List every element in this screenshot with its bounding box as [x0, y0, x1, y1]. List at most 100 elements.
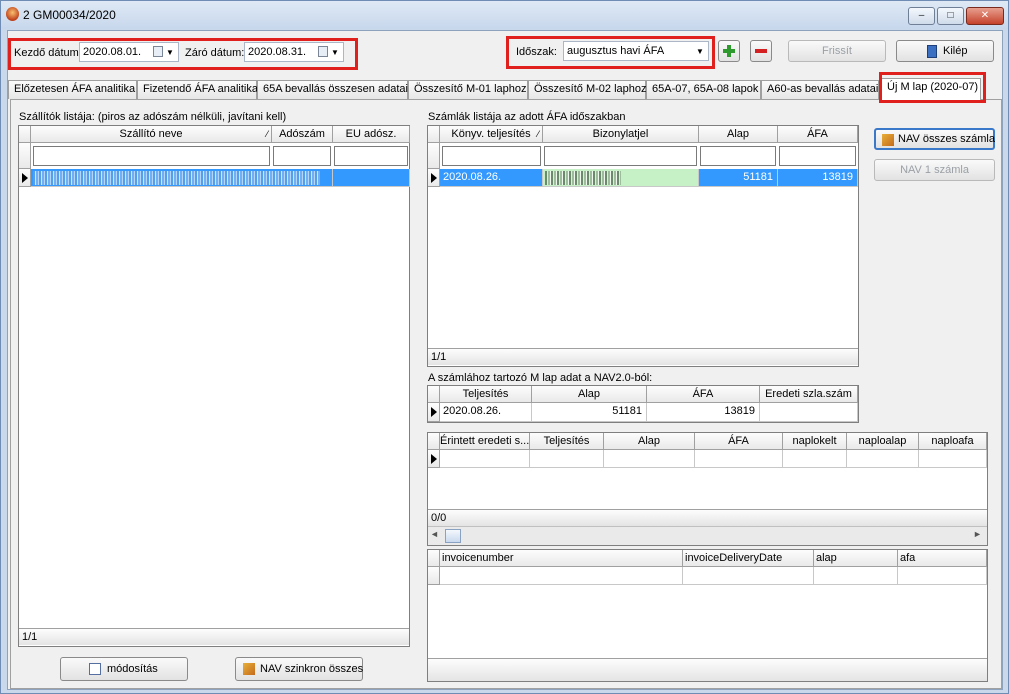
col-header-afa[interactable]: afa — [898, 550, 987, 567]
cell-vat[interactable]: 13819 — [778, 169, 858, 187]
col-header-affected-original[interactable]: Érintett eredeti s... — [440, 433, 530, 450]
col-header-vat[interactable]: ÁFA — [695, 433, 783, 450]
refresh-button[interactable]: Frissít — [788, 40, 886, 62]
cell-document-id[interactable] — [543, 169, 699, 187]
col-header-original-invoice[interactable]: Eredeti szla.szám — [760, 386, 858, 403]
chevron-down-icon[interactable]: ▼ — [696, 43, 704, 61]
col-header-base[interactable]: Alap — [699, 126, 778, 143]
col-header-invoicenumber[interactable]: invoicenumber — [440, 550, 683, 567]
col-header-tax-number[interactable]: Adószám — [272, 126, 333, 143]
table-cell[interactable] — [440, 567, 683, 585]
cell-booking-date[interactable]: 2020.08.26. — [440, 169, 543, 187]
table-cell[interactable] — [847, 450, 919, 468]
col-header-naploalap[interactable]: naploalap — [847, 433, 919, 450]
filter-supplier-name[interactable] — [33, 146, 270, 166]
cell-original-invoice[interactable] — [760, 403, 858, 422]
tab-bar: Előzetesen ÁFA analitika Fizetendő ÁFA a… — [8, 78, 1004, 100]
cell-base[interactable]: 51181 — [699, 169, 778, 187]
table-row[interactable] — [31, 169, 333, 187]
filter-document-id[interactable] — [544, 146, 697, 166]
cell-vat[interactable]: 13819 — [647, 403, 760, 422]
grid-settings-icon[interactable] — [19, 126, 31, 143]
end-date-value: 2020.08.31. — [248, 46, 307, 58]
chevron-down-icon[interactable]: ▼ — [331, 44, 339, 62]
scrollbar-thumb[interactable] — [445, 529, 461, 543]
table-cell[interactable] — [814, 567, 898, 585]
tab-65a-osszesen[interactable]: 65A bevallás összesen adatai — [257, 80, 408, 99]
cell-base[interactable]: 51181 — [532, 403, 647, 422]
tab-elozetes-afa[interactable]: Előzetesen ÁFA analitika — [8, 80, 137, 99]
tab-m01[interactable]: Összesítő M-01 laphoz — [408, 80, 528, 99]
filter-booking-date[interactable] — [442, 146, 541, 166]
add-period-button[interactable] — [718, 40, 740, 62]
row-indicator — [19, 169, 31, 187]
invoices-record-count: 1/1 — [428, 348, 858, 365]
filter-eu-tax[interactable] — [334, 146, 408, 166]
col-header-base[interactable]: Alap — [532, 386, 647, 403]
grid-settings-icon[interactable] — [428, 433, 440, 450]
remove-period-button[interactable] — [750, 40, 772, 62]
maximize-button[interactable]: □ — [937, 7, 964, 25]
table-cell[interactable] — [898, 567, 987, 585]
filter-icon — [19, 143, 31, 169]
invoices-caption: Számlák listája az adott ÁFA időszakban — [428, 111, 626, 123]
tab-65a-lapok[interactable]: 65A-07, 65A-08 lapok — [646, 80, 761, 99]
chevron-down-icon[interactable]: ▼ — [166, 44, 174, 62]
close-button[interactable]: ✕ — [966, 7, 1004, 25]
table-cell[interactable] — [440, 450, 530, 468]
grid-settings-icon[interactable] — [428, 550, 440, 567]
table-cell[interactable] — [530, 450, 604, 468]
nav-one-invoice-button[interactable]: NAV 1 számla — [874, 159, 995, 181]
col-header-naploafa[interactable]: naploafa — [919, 433, 987, 450]
wand-icon — [243, 663, 255, 675]
col-header-alap[interactable]: alap — [814, 550, 898, 567]
col-header-delivery-date[interactable]: invoiceDeliveryDate — [683, 550, 814, 567]
calendar-icon[interactable] — [153, 46, 163, 57]
col-header-fulfilment[interactable]: Teljesítés — [440, 386, 532, 403]
scroll-right-icon[interactable]: ► — [973, 529, 982, 539]
col-header-base[interactable]: Alap — [604, 433, 695, 450]
app-icon — [6, 7, 19, 21]
client-area: Kezdő dátum: 2020.08.01. ▼ Záró dátum: 2… — [7, 30, 1003, 690]
horizontal-scrollbar[interactable]: ◄ ► — [428, 526, 987, 545]
active-tab-highlight — [879, 72, 986, 103]
exit-button[interactable]: Kilép — [896, 40, 994, 62]
table-cell[interactable] — [683, 567, 814, 585]
start-date-value: 2020.08.01. — [83, 46, 142, 58]
table-cell[interactable] — [783, 450, 847, 468]
nav-sync-all-button[interactable]: NAV szinkron összes — [235, 657, 363, 681]
tab-fizetendo-afa[interactable]: Fizetendő ÁFA analitika — [137, 80, 258, 99]
col-header-vat[interactable]: ÁFA — [647, 386, 760, 403]
col-header-booking-date[interactable]: Könyv. teljesítés ⁄ — [440, 126, 543, 143]
table-cell[interactable] — [695, 450, 783, 468]
table-cell[interactable] — [333, 169, 410, 187]
minimize-button[interactable]: – — [908, 7, 935, 25]
tab-m02[interactable]: Összesítő M-02 laphoz — [528, 80, 647, 99]
filter-tax-number[interactable] — [273, 146, 331, 166]
filter-base[interactable] — [700, 146, 776, 166]
col-header-eu-tax[interactable]: EU adósz. — [333, 126, 410, 143]
col-header-document-id[interactable]: Bizonylatjel — [543, 126, 699, 143]
end-date-label: Záró dátum: — [185, 47, 245, 59]
modify-button[interactable]: módosítás — [60, 657, 188, 681]
redacted-text — [33, 171, 320, 185]
table-cell[interactable] — [919, 450, 987, 468]
tab-a60[interactable]: A60-as bevallás adatai — [761, 80, 879, 99]
plus-icon-vertical — [727, 45, 731, 57]
filter-vat[interactable] — [779, 146, 856, 166]
col-header-naplokelt[interactable]: naplokelt — [783, 433, 847, 450]
grid-header-corner — [428, 386, 440, 403]
col-header-supplier-name[interactable]: Szállító neve ⁄ — [31, 126, 272, 143]
period-select[interactable]: augusztus havi ÁFA ▼ — [563, 41, 709, 61]
nav-all-invoices-button[interactable]: NAV összes számla — [874, 128, 995, 150]
grid-settings-icon[interactable] — [428, 126, 440, 143]
start-date-field[interactable]: 2020.08.01. ▼ — [79, 42, 179, 62]
scroll-left-icon[interactable]: ◄ — [430, 529, 439, 539]
calendar-icon[interactable] — [318, 46, 328, 57]
col-header-vat[interactable]: ÁFA — [778, 126, 858, 143]
sort-icon: ⁄ — [266, 129, 268, 139]
col-header-fulfilment[interactable]: Teljesítés — [530, 433, 604, 450]
end-date-field[interactable]: 2020.08.31. ▼ — [244, 42, 344, 62]
cell-fulfilment[interactable]: 2020.08.26. — [440, 403, 532, 422]
table-cell[interactable] — [604, 450, 695, 468]
